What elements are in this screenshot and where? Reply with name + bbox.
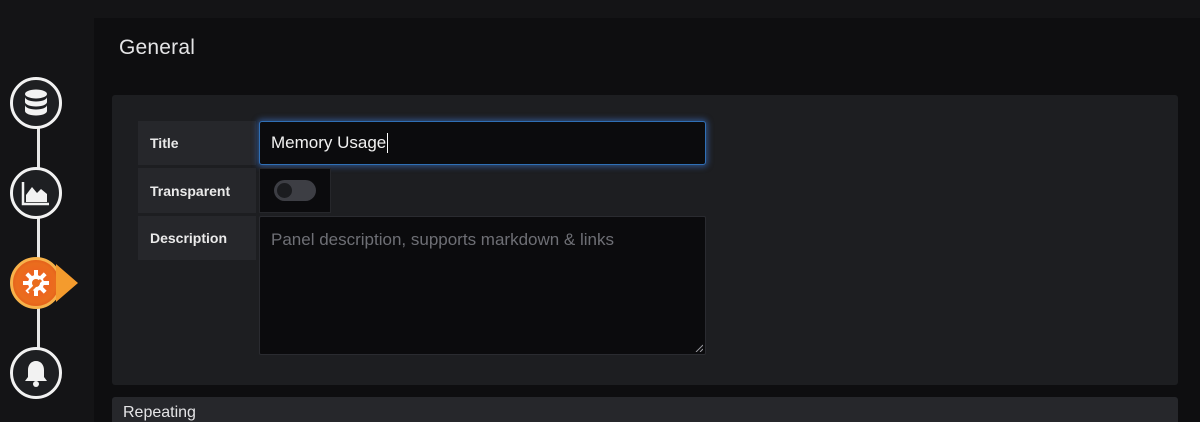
description-placeholder: Panel description, supports markdown & l… bbox=[271, 230, 614, 249]
section-title-general: General bbox=[119, 36, 196, 59]
editor-step-rail bbox=[0, 0, 94, 422]
step-alert[interactable] bbox=[10, 347, 62, 399]
section-title-repeating: Repeating bbox=[123, 404, 196, 421]
area-chart-icon bbox=[21, 182, 49, 206]
bell-icon bbox=[25, 361, 47, 387]
description-textarea[interactable]: Panel description, supports markdown & l… bbox=[259, 216, 706, 355]
general-options-box: Title Memory Usage Transparent Descripti… bbox=[112, 95, 1178, 385]
text-caret bbox=[387, 133, 389, 153]
step-general[interactable] bbox=[10, 257, 62, 309]
resize-handle-icon[interactable] bbox=[695, 344, 703, 352]
active-step-pointer bbox=[56, 264, 78, 302]
transparent-toggle[interactable] bbox=[274, 180, 316, 201]
repeating-section-header[interactable]: Repeating bbox=[112, 397, 1178, 422]
wrench-gear-icon bbox=[23, 270, 49, 296]
transparent-toggle-container bbox=[259, 168, 331, 213]
rail-connector-line bbox=[37, 110, 40, 380]
step-visualization[interactable] bbox=[10, 167, 62, 219]
transparent-label: Transparent bbox=[138, 168, 256, 213]
step-queries[interactable] bbox=[10, 77, 62, 129]
description-label: Description bbox=[138, 216, 256, 260]
toggle-knob bbox=[277, 183, 292, 198]
title-input[interactable]: Memory Usage bbox=[259, 121, 706, 165]
panel-editor-page: General Title Memory Usage Transparent D… bbox=[0, 0, 1200, 422]
database-icon bbox=[25, 89, 47, 116]
title-input-value: Memory Usage bbox=[271, 133, 387, 152]
editor-main: General Title Memory Usage Transparent D… bbox=[94, 18, 1200, 422]
title-label: Title bbox=[138, 121, 256, 165]
